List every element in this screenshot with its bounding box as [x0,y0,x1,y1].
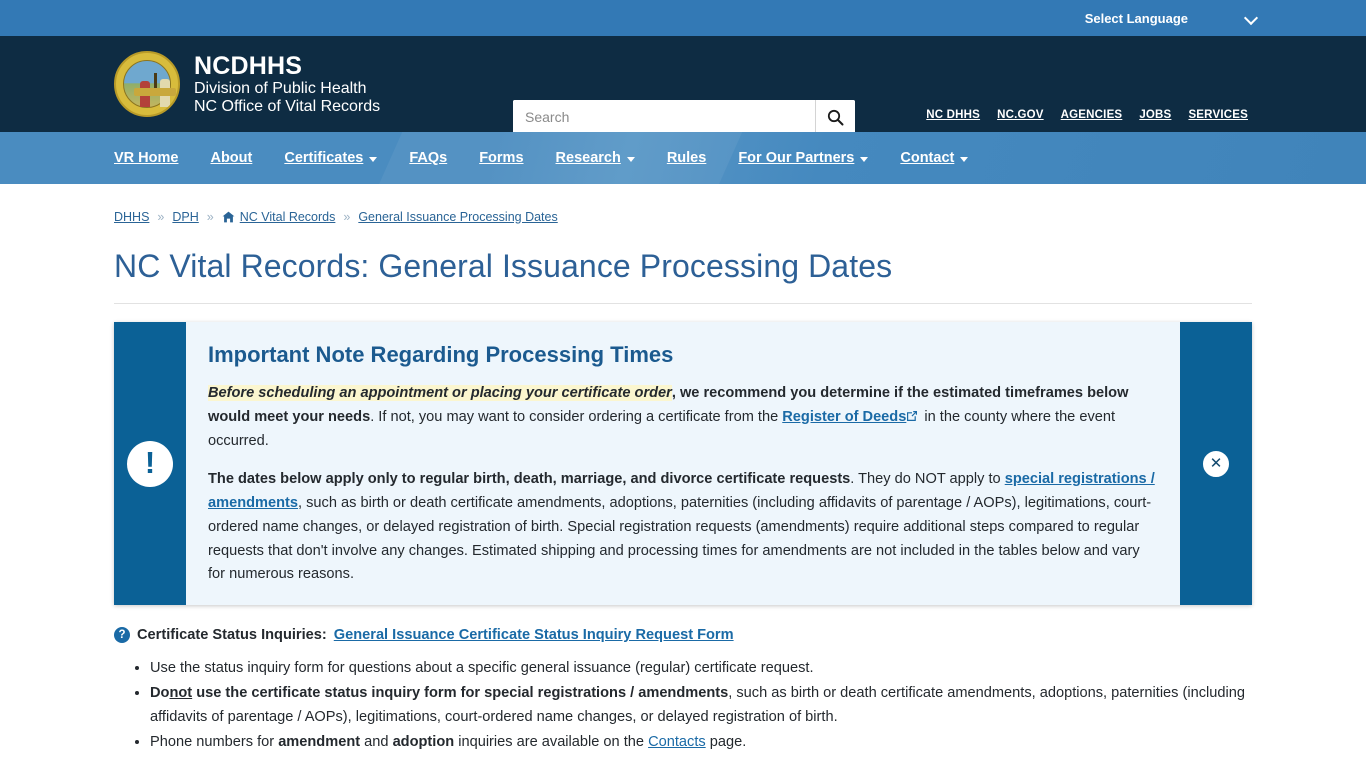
main-content: DHHS » DPH » NC Vital Records » General … [0,184,1366,754]
nav-label: Research [555,150,621,166]
status-inquiry-form-link[interactable]: General Issuance Certificate Status Inqu… [334,627,734,643]
site-search[interactable] [513,100,855,134]
notes-list: Use the status inquiry form for question… [114,657,1252,754]
alert-paragraph-2: The dates below apply only to regular bi… [208,468,1158,587]
breadcrumb-label: NC Vital Records [239,210,336,224]
nav-label: Forms [479,150,524,166]
chevron-down-icon [960,156,969,162]
exclamation-icon: ! [127,440,173,487]
certificate-status-inquiries: ? Certificate Status Inquiries: General … [114,627,1252,644]
list-item: Donot use the certificate status inquiry… [150,682,1252,730]
util-link-services[interactable]: SERVICES [1188,109,1248,121]
alert-p2-rest: , such as birth or death certificate ame… [208,495,1152,583]
status-inquiries-label: Certificate Status Inquiries: [137,627,327,644]
breadcrumb: DHHS » DPH » NC Vital Records » General … [114,184,1252,226]
alert-p1-highlight: Before scheduling an appointment or plac… [208,385,672,401]
alert-p2-bold: The dates below apply only to regular bi… [208,471,851,488]
search-icon [827,109,844,125]
util-link-jobs[interactable]: JOBS [1139,109,1171,121]
close-icon[interactable]: ✕ [1202,449,1230,478]
nav-label: Certificates [284,150,364,166]
breadcrumb-item-current[interactable]: General Issuance Processing Dates [358,210,557,224]
list-item: Phone numbers for amendment and adoption… [150,731,1252,755]
nav-item-certificates[interactable]: Certificates [268,150,393,166]
chevron-down-icon [626,156,635,162]
language-bar: Select Language [0,0,1366,36]
alert-heading: Important Note Regarding Processing Time… [208,342,674,367]
breadcrumb-item-dhhs[interactable]: DHHS [114,210,149,224]
search-input[interactable] [513,100,815,134]
chevron-down-icon [1246,12,1258,24]
note-2-bold-rest: use the certificate status inquiry form … [196,685,729,702]
main-navigation: VR Home About Certificates FAQs Forms Re… [0,132,1366,184]
nav-label: Contact [900,150,955,166]
page-title: NC Vital Records: General Issuance Proce… [114,248,1252,304]
breadcrumb-item-dph[interactable]: DPH [172,210,198,224]
note-1-text: Use the status inquiry form for question… [150,660,814,677]
note-3-tail: page. [705,733,747,750]
brand[interactable]: NCDHHS Division of Public Health NC Offi… [0,51,380,117]
note-3-post: inquiries are available on the [454,733,649,750]
breadcrumb-separator: » [343,209,351,224]
alert-p1-rest-a: . If not, you may want to consider order… [370,408,783,425]
select-language-label: Select Language [1084,10,1188,26]
breadcrumb-separator: » [157,209,165,224]
home-icon [222,211,235,226]
note-2-not: not [169,685,193,702]
nav-label: About [210,150,253,166]
note-2-do: Do [150,685,170,702]
brand-text: NCDHHS Division of Public Health NC Offi… [194,52,380,116]
nav-item-for-our-partners[interactable]: For Our Partners [722,150,884,166]
breadcrumb-separator: » [206,209,214,224]
note-3-adoption: adoption [392,733,455,750]
note-3-amendment: amendment [278,733,361,750]
alert-body: Important Note Regarding Processing Time… [186,322,1180,606]
nav-item-rules[interactable]: Rules [651,150,723,166]
chevron-down-icon [369,156,378,162]
question-circle-icon: ? [114,627,130,644]
contacts-link[interactable]: Contacts [648,734,706,750]
office-name: NC Office of Vital Records [194,98,381,115]
register-of-deeds-link[interactable]: Register of Deeds [782,409,906,425]
nav-item-faqs[interactable]: FAQs [393,150,463,166]
nav-item-research[interactable]: Research [540,150,651,166]
util-link-nc-gov[interactable]: NC.GOV [997,109,1044,121]
alert-paragraph-1: Before scheduling an appointment or plac… [208,382,1158,453]
nav-label: FAQs [409,150,448,166]
util-link-agencies[interactable]: AGENCIES [1061,109,1123,121]
note-3-pre: Phone numbers for [150,733,279,750]
north-carolina-state-seal-icon [114,51,180,117]
nav-label: For Our Partners [738,150,855,166]
chevron-down-icon [860,156,869,162]
agency-abbrev: NCDHHS [194,52,303,81]
division-name: Division of Public Health [194,80,367,98]
nav-item-about[interactable]: About [194,150,268,166]
alert-icon-panel: ! [114,322,186,606]
external-link-icon [906,407,918,421]
alert-p2-mid: . They do NOT apply to [850,471,1005,488]
list-item: Use the status inquiry form for question… [150,657,1252,681]
nav-item-contact[interactable]: Contact [884,150,984,166]
select-language-dropdown[interactable]: Select Language [1085,11,1258,26]
util-link-nc-dhhs[interactable]: NC DHHS [926,109,980,121]
breadcrumb-item-nc-vital-records[interactable]: NC Vital Records [222,209,336,226]
nav-label: VR Home [114,150,179,166]
alert-close-panel: ✕ [1180,322,1252,606]
nav-item-forms[interactable]: Forms [463,150,539,166]
important-note-alert: ! Important Note Regarding Processing Ti… [114,322,1252,606]
nav-item-vr-home[interactable]: VR Home [114,150,194,166]
nav-label: Rules [666,150,707,166]
search-button[interactable] [815,100,855,134]
masthead: NCDHHS Division of Public Health NC Offi… [0,36,1366,134]
utility-links: NC DHHS NC.GOV AGENCIES JOBS SERVICES [926,109,1248,121]
note-3-mid: and [360,733,393,750]
